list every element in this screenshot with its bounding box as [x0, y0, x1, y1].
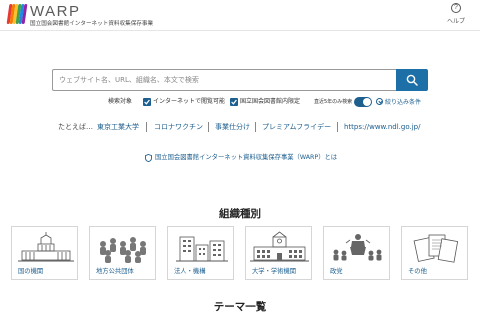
suggestion-separator [255, 122, 256, 132]
org-card-label: 法人・機構 [174, 268, 206, 275]
search-button[interactable] [396, 69, 428, 91]
warp-logo-icon[interactable] [6, 4, 28, 24]
recent-five-years-label: 直近5年のみ検索 [314, 99, 353, 105]
suggestion-separator [337, 122, 338, 132]
search-icon [406, 74, 418, 86]
crowd-icon [100, 237, 146, 263]
help-label: ヘルプ [446, 18, 465, 25]
site-tagline: 国立国会図書館インターネット資料収集保存事業 [30, 21, 154, 27]
suggestion-separator [146, 122, 147, 132]
check-icon [231, 99, 237, 105]
org-card-label: 国の機関 [18, 268, 44, 275]
org-card-local-government[interactable]: 地方公共団体 [89, 226, 156, 280]
recent-five-years-toggle[interactable] [354, 97, 372, 107]
suggestion-link[interactable]: コロナワクチン [154, 121, 203, 133]
suggestions-lead: たとえば… [58, 123, 93, 131]
office-buildings-icon [176, 236, 228, 262]
speech-podium-icon [333, 234, 382, 261]
help-button[interactable]: ? ヘルプ [444, 3, 468, 25]
org-card-other[interactable]: その他 [401, 226, 468, 280]
shield-icon [145, 154, 152, 162]
org-card-label: 地方公共団体 [96, 268, 134, 275]
search-target-label: 検索対象 [108, 98, 133, 105]
refine-conditions-link[interactable]: 絞り込み条件 [376, 97, 421, 107]
about-warp-text: 国立国会図書館インターネット資料収集保存事業（WARP）とは [155, 154, 338, 161]
org-card-national[interactable]: 国の機関 [11, 226, 78, 280]
chevron-down-circle-icon [376, 98, 383, 105]
suggestion-link[interactable]: 事業仕分け [215, 121, 250, 133]
check-icon [144, 99, 150, 105]
org-card-label: その他 [408, 268, 427, 275]
org-section-title: 組織種別 [219, 208, 261, 220]
suggestion-separator [208, 122, 209, 132]
org-card-corporation[interactable]: 法人・機構 [167, 226, 234, 280]
suggestion-link[interactable]: プレミアムフライデー [262, 121, 331, 133]
university-icon [250, 231, 309, 262]
in-library-checkbox[interactable] [230, 98, 238, 106]
web-accessible-checkbox[interactable] [143, 98, 151, 106]
search-input[interactable] [52, 69, 396, 91]
suggestion-link[interactable]: https://www.ndl.go.jp/ [344, 121, 420, 133]
site-brand[interactable]: WARP [30, 3, 80, 20]
org-card-university[interactable]: 大学・学術機関 [245, 226, 312, 280]
in-library-label[interactable]: 国立国会図書館内限定 [240, 97, 300, 107]
site-header: WARP 国立国会図書館インターネット資料収集保存事業 ? ヘルプ [0, 0, 480, 30]
org-card-political-party[interactable]: 政党 [323, 226, 390, 280]
header-divider [0, 30, 480, 31]
org-card-label: 大学・学術機関 [252, 268, 297, 275]
question-circle-icon: ? [451, 3, 461, 13]
suggestion-link[interactable]: 東京工業大学 [97, 121, 139, 133]
diet-building-icon [18, 232, 74, 262]
org-card-label: 政党 [330, 268, 343, 275]
theme-section-title: テーマ一覧 [213, 301, 267, 313]
refine-conditions-label: 絞り込み条件 [385, 99, 422, 106]
web-accessible-label[interactable]: インターネットで閲覧可能 [153, 97, 225, 107]
documents-icon [413, 234, 459, 263]
